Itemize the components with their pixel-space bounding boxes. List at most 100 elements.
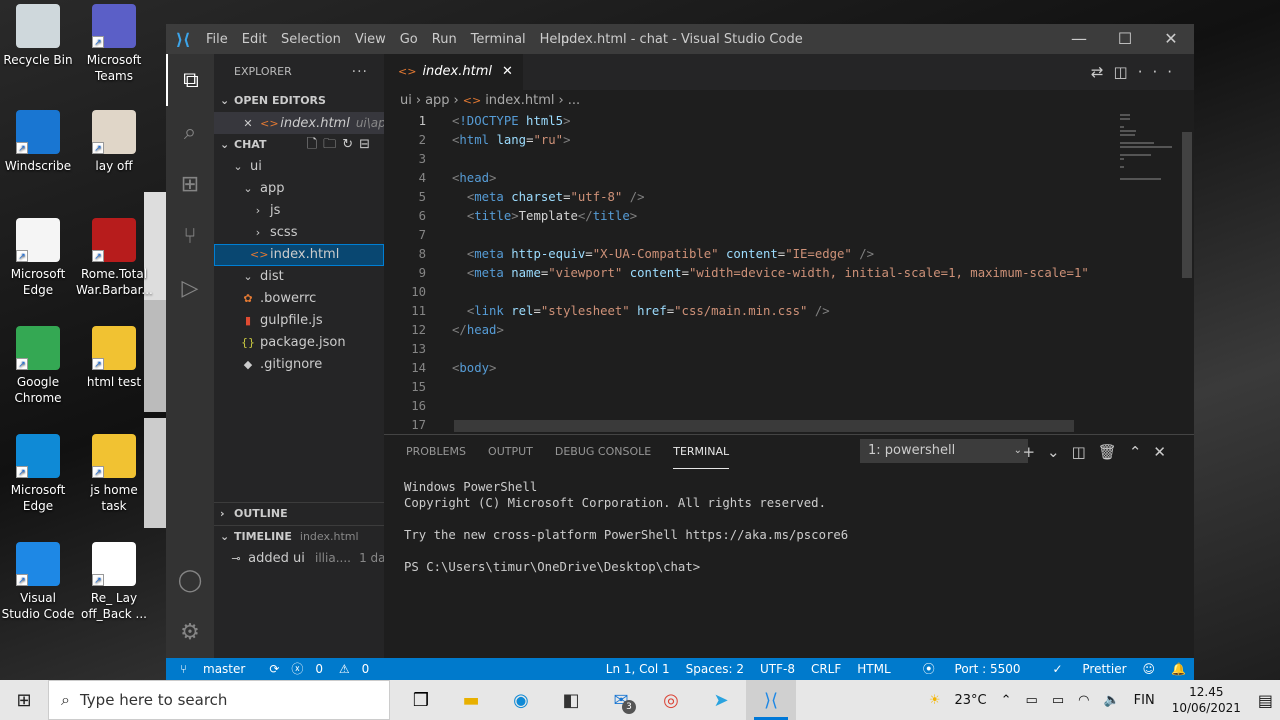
desktop-icon[interactable]: ↗ Rome.Total War.Barbar... <box>76 218 153 298</box>
panel-tab-output[interactable]: OUTPUT <box>488 435 533 469</box>
new-terminal-icon[interactable]: + <box>1022 443 1047 461</box>
new-file-icon[interactable]: 🗋 <box>307 137 323 152</box>
wifi-icon[interactable]: ◠ <box>1078 693 1089 708</box>
mail-icon[interactable]: ✉ 3 <box>596 680 646 720</box>
store-icon[interactable]: ◧ <box>546 680 596 720</box>
breadcrumb-item[interactable]: ui <box>400 93 412 108</box>
cursor-position[interactable]: Ln 1, Col 1 <box>606 658 670 680</box>
kill-terminal-icon[interactable]: 🗑 <box>1098 443 1129 461</box>
desktop-icon[interactable]: ↗ Google Chrome <box>0 326 76 406</box>
panel-tab-problems[interactable]: PROBLEMS <box>406 435 466 469</box>
menu-help[interactable]: Help <box>540 32 570 47</box>
tree-file[interactable]: <> index.html <box>214 244 384 266</box>
display-icon[interactable]: ▭ <box>1052 693 1064 708</box>
breadcrumb-item[interactable]: index.html <box>485 93 554 108</box>
more-actions-icon[interactable]: ··· <box>352 54 368 90</box>
project-section[interactable]: ⌄ CHAT 🗋🗀↻⊟ <box>214 134 384 156</box>
settings-gear-icon[interactable]: ⚙ <box>166 606 214 658</box>
branch-status[interactable]: ⑂ master <box>180 658 257 680</box>
desktop-icon[interactable]: ↗ Re_ Lay off_Back ... <box>76 542 152 622</box>
taskbar-search[interactable]: ⌕ Type here to search <box>48 680 390 720</box>
desktop-icon[interactable]: ↗ js home task <box>76 434 152 514</box>
menu-selection[interactable]: Selection <box>281 32 341 47</box>
tree-folder[interactable]: ⌄ app <box>214 178 384 200</box>
task-view-icon[interactable]: ❒ <box>396 680 446 720</box>
language-mode[interactable]: HTML <box>857 658 890 680</box>
desktop-icon[interactable]: Recycle Bin <box>0 4 76 68</box>
menu-go[interactable]: Go <box>400 32 418 47</box>
sync-icon[interactable]: ⟳ <box>269 658 279 680</box>
terminal-select[interactable]: 1: powershell ⌄ <box>860 439 1028 463</box>
volume-icon[interactable]: 🔈 <box>1103 693 1119 708</box>
horizontal-scrollbar[interactable] <box>454 420 1074 432</box>
collapse-all-icon[interactable]: ⊟ <box>359 137 376 152</box>
explorer-icon[interactable]: ⧉ <box>166 54 214 106</box>
close-icon[interactable]: ✕ <box>1148 24 1194 54</box>
feedback-icon[interactable]: ☺ <box>1143 658 1156 680</box>
code-view[interactable]: 1 <!DOCTYPE html5> 2 <html lang="ru"> 3 4 <hea… <box>384 112 1114 434</box>
menu-view[interactable]: View <box>355 32 386 47</box>
encoding[interactable]: UTF-8 <box>760 658 795 680</box>
close-editor-icon[interactable]: ✕ <box>240 113 256 134</box>
desktop-icon[interactable]: ↗ Windscribe <box>0 110 76 174</box>
desktop-icon[interactable]: ↗ Visual Studio Code <box>0 542 76 622</box>
tree-file[interactable]: ◆ .gitignore <box>214 354 384 376</box>
desktop-icon[interactable]: ↗ html test <box>76 326 152 390</box>
open-editors-section[interactable]: ⌄ OPEN EDITORS <box>214 90 384 112</box>
split-terminal-icon[interactable]: ◫ <box>1072 443 1098 461</box>
account-icon[interactable]: ◯ <box>166 554 214 606</box>
maximize-panel-icon[interactable]: ⌃ <box>1129 443 1154 461</box>
line-ending[interactable]: CRLF <box>811 658 841 680</box>
terminal-dropdown-icon[interactable]: ⌄ <box>1047 443 1072 461</box>
new-folder-icon[interactable]: 🗀 <box>323 137 342 152</box>
tree-folder[interactable]: › scss <box>214 222 384 244</box>
breadcrumb-item[interactable]: ... <box>568 93 580 108</box>
minimap[interactable] <box>1116 112 1182 434</box>
vertical-scrollbar-thumb[interactable] <box>1182 132 1192 278</box>
tree-file[interactable]: ▮ gulpfile.js <box>214 310 384 332</box>
editor-tab[interactable]: <> index.html ✕ <box>384 54 523 90</box>
file-explorer-icon[interactable]: ▬ <box>446 680 496 720</box>
desktop-icon[interactable]: ↗ Microsoft Teams <box>76 4 152 84</box>
menu-terminal[interactable]: Terminal <box>471 32 526 47</box>
indentation[interactable]: Spaces: 2 <box>686 658 744 680</box>
weather-icon[interactable]: ☀ <box>929 693 941 708</box>
run-debug-icon[interactable]: ▷ <box>166 262 214 314</box>
desktop-icon[interactable]: ↗ Microsoft Edge <box>0 218 76 298</box>
tree-file[interactable]: {} package.json <box>214 332 384 354</box>
tree-folder[interactable]: ⌄ dist <box>214 266 384 288</box>
clock[interactable]: 12.45 10/06/2021 <box>1172 684 1241 716</box>
open-editor-item[interactable]: ✕ <> index.html ui\app <box>214 112 384 134</box>
breadcrumb-item[interactable]: app <box>425 93 449 108</box>
live-server-status[interactable]: ⦿ Port : 5500 <box>907 658 1021 680</box>
close-tab-icon[interactable]: ✕ <box>502 64 513 79</box>
chrome-icon[interactable]: ◎ <box>646 680 696 720</box>
extensions-icon[interactable]: ⊞ <box>166 158 214 210</box>
tree-folder[interactable]: ⌄ ui <box>214 156 384 178</box>
split-editor-icon[interactable]: ◫ <box>1114 63 1138 81</box>
prettier-status[interactable]: ✓ Prettier <box>1037 658 1127 680</box>
refresh-icon[interactable]: ↻ <box>342 137 359 152</box>
minimize-icon[interactable]: — <box>1056 24 1102 54</box>
problems-status[interactable]: ⓧ 0 ⚠ 0 <box>291 658 381 680</box>
close-panel-icon[interactable]: ✕ <box>1153 443 1178 461</box>
notification-center-icon[interactable]: ▤ <box>1258 691 1273 710</box>
maximize-icon[interactable]: ☐ <box>1102 24 1148 54</box>
battery-icon[interactable]: ▭ <box>1026 693 1038 708</box>
search-icon[interactable]: ⌕ <box>166 106 214 158</box>
timeline-section[interactable]: ⌄ TIMELINE index.html <box>214 525 384 547</box>
source-control-icon[interactable]: ⑂ <box>166 210 214 262</box>
panel-tab-terminal[interactable]: TERMINAL <box>673 435 730 469</box>
terminal-output[interactable]: Windows PowerShell Copyright (C) Microsof… <box>404 479 848 575</box>
more-actions-icon[interactable]: ··· <box>1138 63 1182 81</box>
desktop-icon[interactable]: ↗ Microsoft Edge <box>0 434 76 514</box>
telegram-icon[interactable]: ➤ <box>696 680 746 720</box>
tree-file[interactable]: ✿ .bowerrc <box>214 288 384 310</box>
desktop-icon[interactable]: ↗ lay off <box>76 110 152 174</box>
notifications-bell-icon[interactable]: 🔔 <box>1171 658 1186 680</box>
menu-file[interactable]: File <box>206 32 228 47</box>
edge-icon[interactable]: ◉ <box>496 680 546 720</box>
menu-edit[interactable]: Edit <box>242 32 267 47</box>
chevron-up-icon[interactable]: ⌃ <box>1001 693 1012 708</box>
timeline-entry[interactable]: ⊸ added ui illia.... 1 day <box>214 547 384 569</box>
